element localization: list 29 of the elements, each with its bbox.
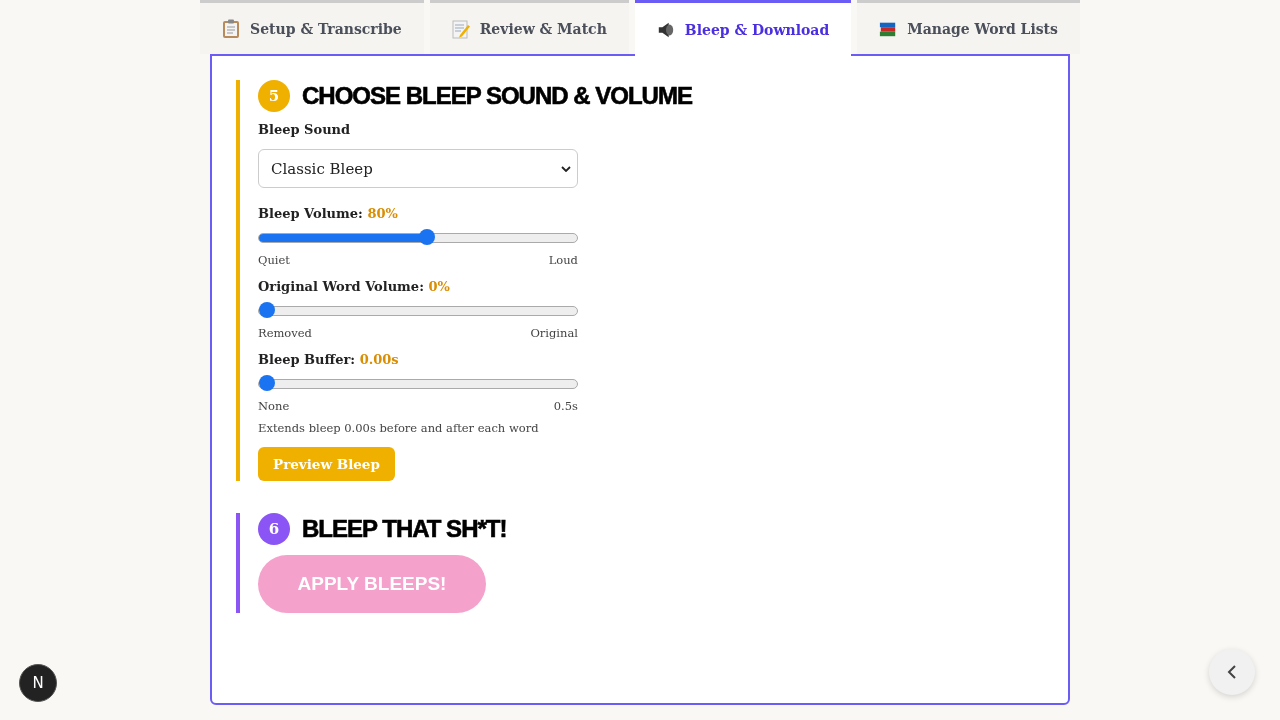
- slider-label: Bleep Volume: 80%: [258, 206, 399, 221]
- section-title: BLEEP THAT SH*T!: [302, 515, 507, 543]
- tab[interactable]: Manage Word Lists: [857, 0, 1080, 54]
- slider-label: Bleep Buffer: 0.00s: [258, 352, 400, 367]
- max-label: Loud: [548, 253, 578, 267]
- slider-thumb[interactable]: [419, 229, 436, 245]
- dev-badge[interactable]: N: [19, 664, 57, 702]
- chevron-left-icon: [1227, 664, 1237, 680]
- min-label: None: [258, 399, 290, 413]
- max-label: 0.5s: [553, 399, 578, 413]
- sound-dropdown[interactable]: Classic Bleep: [258, 149, 578, 188]
- clipboard-icon: [222, 18, 241, 39]
- chevron-down-icon: [561, 165, 571, 172]
- speaker-icon: [656, 20, 675, 40]
- step-number: 5: [258, 80, 290, 112]
- max-label: Original: [530, 326, 578, 340]
- tab[interactable]: Bleep & Download: [634, 0, 852, 57]
- tab[interactable]: Setup & Transcribe: [200, 0, 424, 54]
- slider-thumb[interactable]: [259, 375, 275, 391]
- field-label: Bleep Sound: [258, 122, 351, 137]
- tab[interactable]: Review & Match: [429, 0, 629, 54]
- min-label: Removed: [258, 326, 312, 340]
- min-label: Quiet: [258, 253, 290, 267]
- section-title: CHOOSE BLEEP SOUND & VOLUME: [302, 82, 692, 110]
- step-number: 6: [258, 513, 290, 545]
- slider-thumb[interactable]: [259, 302, 275, 318]
- memo-icon: [451, 18, 470, 39]
- hint-text: Extends bleep 0.00s before and after each word: [258, 421, 540, 435]
- slider-label: Original Word Volume: 0%: [258, 279, 451, 294]
